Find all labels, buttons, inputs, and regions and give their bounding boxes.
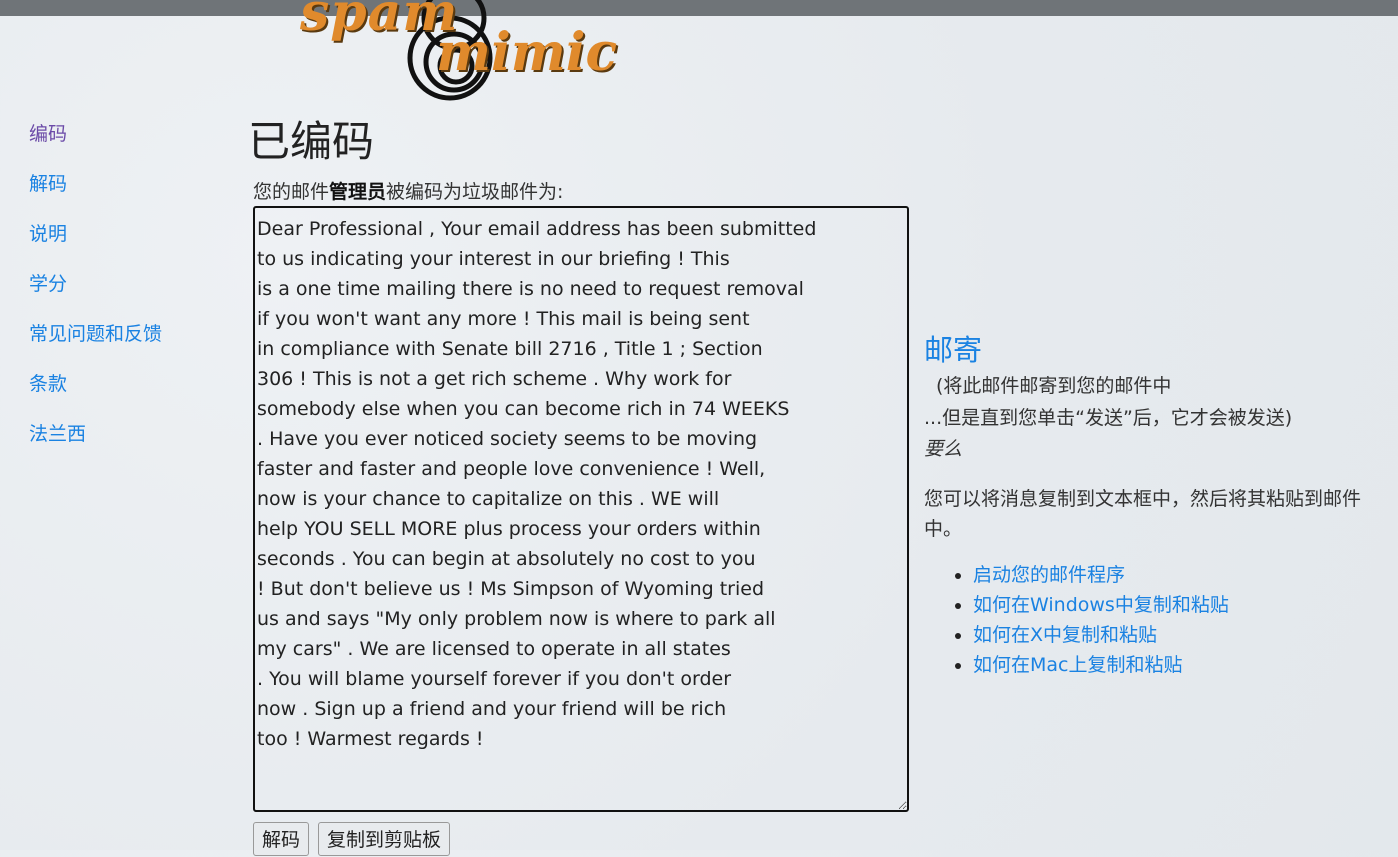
nav-item-decode[interactable]: 解码 (29, 168, 162, 218)
encoded-intro: 您的邮件管理员被编码为垃圾邮件为: (253, 177, 563, 204)
spammimic-logo[interactable]: spam mimic (296, 0, 626, 104)
list-item: 如何在X中复制和粘贴 (973, 620, 1390, 650)
encoded-message-textarea[interactable]: Dear Professional , Your email address h… (253, 206, 909, 812)
nav-item-terms[interactable]: 条款 (29, 368, 162, 418)
nav-item-encode[interactable]: 编码 (29, 118, 162, 168)
intro-prefix: 您的邮件 (253, 181, 330, 203)
logo-word-mimic: mimic (436, 22, 618, 83)
copy-paste-x-link[interactable]: 如何在X中复制和粘贴 (973, 624, 1157, 646)
browser-top-bar (0, 0, 1398, 16)
intro-message: 管理员 (329, 181, 387, 203)
copy-to-clipboard-button[interactable]: 复制到剪贴板 (318, 822, 451, 856)
sidebar-nav: 编码 解码 说明 学分 常见问题和反馈 条款 法兰西 (29, 118, 162, 468)
list-item: 启动您的邮件程序 (973, 560, 1390, 590)
nav-item-credits[interactable]: 学分 (29, 268, 162, 318)
decode-button[interactable]: 解码 (253, 822, 310, 856)
copy-paste-windows-link[interactable]: 如何在Windows中复制和粘贴 (973, 594, 1229, 616)
launch-mail-program-link[interactable]: 启动您的邮件程序 (973, 564, 1125, 586)
nav-item-faq-feedback[interactable]: 常见问题和反馈 (29, 318, 162, 368)
list-item: 如何在Mac上复制和粘贴 (973, 650, 1390, 680)
copy-paste-mac-link[interactable]: 如何在Mac上复制和粘贴 (973, 654, 1182, 676)
intro-suffix: 被编码为垃圾邮件为: (386, 181, 564, 203)
copy-paste-instructions: 您可以将消息复制到文本框中，然后将其粘贴到邮件中。 (924, 488, 1362, 540)
nav-item-french[interactable]: 法兰西 (29, 418, 162, 468)
list-item: 如何在Windows中复制和粘贴 (973, 590, 1390, 620)
mail-note-line1: (将此邮件邮寄到您的邮件中 (936, 375, 1172, 397)
mail-note-line2: ...但是直到您单击“发送”后，它才会被发送) (924, 407, 1293, 429)
nav-item-explanation[interactable]: 说明 (29, 218, 162, 268)
mail-title[interactable]: 邮寄 (924, 330, 1390, 370)
logo-word-spam: spam (300, 0, 459, 43)
mail-or-label: 要么 (924, 438, 963, 460)
mail-help-links: 启动您的邮件程序 如何在Windows中复制和粘贴 如何在X中复制和粘贴 如何在… (924, 560, 1390, 680)
page-title: 已编码 (248, 117, 375, 166)
mail-section: 邮寄 (将此邮件邮寄到您的邮件中 ...但是直到您单击“发送”后，它才会被发送)… (924, 330, 1390, 680)
